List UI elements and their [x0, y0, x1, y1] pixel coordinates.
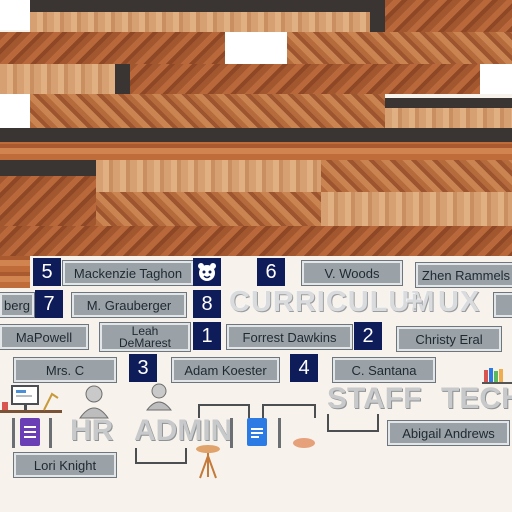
- staff-tag-woods[interactable]: V. Woods: [302, 261, 402, 285]
- staff-tag-demarest[interactable]: Leah DeMarest: [100, 323, 190, 351]
- books-icon: [482, 368, 512, 389]
- staff-tag-rammels[interactable]: Zhen Rammels: [416, 263, 512, 287]
- lamp-icon: [194, 444, 222, 485]
- staff-tag-dawkins[interactable]: Forrest Dawkins: [227, 325, 352, 349]
- ux-heading[interactable]: UX: [438, 286, 480, 319]
- number-tile-6[interactable]: 6: [257, 258, 285, 286]
- picture-frame: [198, 404, 250, 418]
- number-tile-1[interactable]: 1: [193, 322, 221, 350]
- bust-statue-icon: [141, 382, 177, 417]
- shelf-bracket: [135, 448, 187, 464]
- candle-icon: [292, 436, 316, 454]
- staff-heading[interactable]: STAFF: [327, 382, 421, 416]
- divider: [230, 418, 233, 448]
- bookshelf: [0, 0, 512, 290]
- staff-tag-andrews[interactable]: Abigail Andrews: [388, 421, 509, 445]
- shelf-bracket: [327, 414, 379, 432]
- admin-heading[interactable]: ADMIN: [134, 414, 232, 448]
- bear-mascot-icon[interactable]: [193, 258, 221, 286]
- docs-icon[interactable]: [247, 418, 267, 451]
- number-tile-2[interactable]: 2: [354, 322, 382, 350]
- computer-desk-icon: [0, 384, 62, 423]
- curriculum-heading[interactable]: CURRICULUM: [229, 286, 436, 319]
- staff-tag-santana[interactable]: C. Santana: [333, 358, 435, 382]
- staff-tag-koester[interactable]: Adam Koester: [172, 358, 279, 382]
- number-tile-3[interactable]: 3: [129, 354, 157, 382]
- staff-tag-grauberger[interactable]: M. Grauberger: [72, 293, 186, 317]
- number-tile-8[interactable]: 8: [193, 290, 221, 318]
- staff-tag-mapowell[interactable]: MaPowell: [0, 325, 88, 349]
- number-tile-4[interactable]: 4: [290, 354, 318, 382]
- plus-sign: +: [406, 286, 424, 318]
- number-tile-5[interactable]: 5: [33, 258, 61, 286]
- staff-tag-knight[interactable]: Lori Knight: [14, 453, 116, 477]
- staff-tag-eral[interactable]: Christy Eral: [397, 327, 501, 351]
- staff-tag-taghon[interactable]: Mackenzie Taghon: [63, 261, 193, 285]
- staff-tag-edge[interactable]: [494, 293, 512, 317]
- number-tile-7[interactable]: 7: [35, 290, 63, 318]
- bust-statue-icon: [74, 384, 114, 425]
- staff-tag-berg[interactable]: berg: [0, 293, 34, 317]
- staff-tag-mrs-c[interactable]: Mrs. C: [14, 358, 116, 382]
- picture-frame: [262, 404, 316, 418]
- divider: [278, 418, 281, 448]
